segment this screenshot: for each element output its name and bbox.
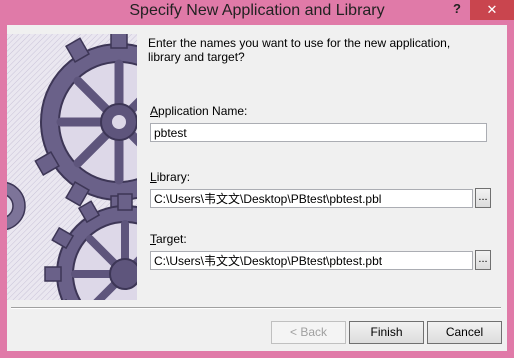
close-button[interactable]: ✕ xyxy=(470,0,514,20)
target-browse-button[interactable]: ... xyxy=(475,250,491,270)
target-path-input[interactable]: C:\Users\韦文文\Desktop\PBtest\pbtest.pbt xyxy=(150,251,473,270)
application-name-input[interactable]: pbtest xyxy=(150,123,487,142)
title-bar[interactable]: Specify New Application and Library ? ✕ xyxy=(0,0,514,24)
finish-button[interactable]: Finish xyxy=(349,321,424,344)
target-label: Target: xyxy=(150,232,187,246)
application-name-label: Application Name: xyxy=(150,104,247,118)
library-label-text: ibrary: xyxy=(156,170,191,184)
library-label-accesskey: L xyxy=(150,170,157,184)
window-title: Specify New Application and Library xyxy=(129,2,385,19)
instructions-text: Enter the names you want to use for the … xyxy=(148,36,451,64)
help-button[interactable]: ? xyxy=(447,1,467,19)
separator xyxy=(11,307,501,309)
library-browse-button[interactable]: ... xyxy=(475,188,491,208)
library-label: Library: xyxy=(150,170,190,184)
application-name-label-text: pplication Name: xyxy=(158,104,248,118)
gears-illustration xyxy=(7,34,137,300)
target-label-text: arget: xyxy=(156,232,187,246)
library-path-input[interactable]: C:\Users\韦文文\Desktop\PBtest\pbtest.pbl xyxy=(150,189,473,208)
dialog-body: Enter the names you want to use for the … xyxy=(7,25,507,351)
form-area: Enter the names you want to use for the … xyxy=(148,25,503,305)
cancel-button[interactable]: Cancel xyxy=(427,321,502,344)
dialog-window: Specify New Application and Library ? ✕ xyxy=(0,0,514,358)
application-name-label-accesskey: A xyxy=(150,104,159,118)
back-button[interactable]: < Back xyxy=(271,321,346,344)
gear-icon xyxy=(7,34,137,300)
